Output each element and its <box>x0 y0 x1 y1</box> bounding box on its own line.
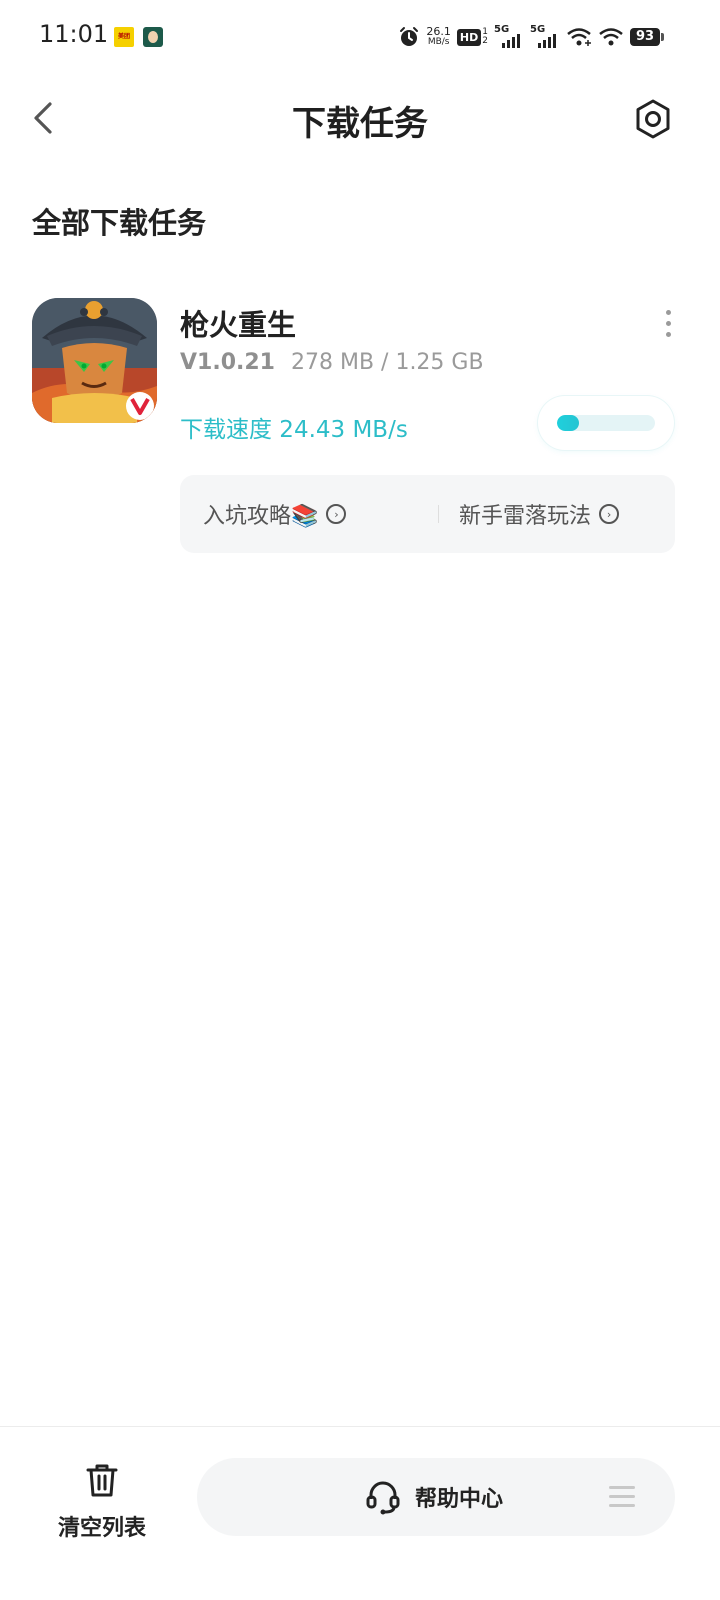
battery-icon: 93 <box>630 28 664 46</box>
guide-label: 入坑攻略📚 <box>203 504 319 529</box>
trash-icon <box>86 1464 118 1497</box>
arrow-right-circle-icon: › <box>599 504 620 524</box>
download-size: 278 MB / 1.25 GB <box>290 350 484 375</box>
meituan-notification-icon: 美团 <box>114 27 134 47</box>
settings-button[interactable] <box>630 96 676 142</box>
app-name: 枪火重生 <box>180 308 297 342</box>
progress-fill <box>557 415 579 431</box>
status-icons: 26.1 MB/s HD 12 5G 5G 93 <box>398 22 664 52</box>
game-character-art <box>32 298 157 423</box>
download-speed: 下载速度 24.43 MB/s <box>180 417 408 443</box>
signal-5g-icon-2: 5G <box>530 24 560 50</box>
signal-5g-icon: 5G <box>494 24 524 50</box>
help-center-button[interactable]: 帮助中心 <box>197 1458 675 1536</box>
download-task-item[interactable]: 枪火重生 V1.0.21 278 MB / 1.25 GB 下载速度 24.43… <box>0 290 720 560</box>
page-title: 下载任务 <box>292 104 428 144</box>
download-progress-button[interactable] <box>538 396 674 450</box>
guide-link-beginner[interactable]: 入坑攻略📚 › <box>203 475 347 553</box>
guide-label: 新手雷落玩法 <box>459 504 592 529</box>
status-bar: 11:01 美团 26.1 MB/s HD 12 5G 5G 93 <box>0 0 720 76</box>
more-options-button[interactable] <box>660 310 676 337</box>
avatar-notification-icon <box>143 27 163 47</box>
network-speed: 26.1 MB/s <box>426 25 451 47</box>
bottom-divider <box>0 1426 720 1427</box>
hexagon-settings-icon <box>636 99 670 139</box>
arrow-right-circle-icon: › <box>326 504 347 524</box>
headset-icon <box>366 1481 400 1515</box>
status-time: 11:01 <box>39 20 109 48</box>
header: 下载任务 <box>0 80 720 156</box>
menu-icon[interactable] <box>609 1486 635 1508</box>
guides-panel: 入坑攻略📚 › 新手雷落玩法 › <box>180 475 675 553</box>
wifi-icon <box>599 28 623 46</box>
wifi-calling-icon <box>567 28 591 46</box>
section-title: 全部下载任务 <box>32 206 207 240</box>
alarm-icon <box>400 27 419 46</box>
app-version: V1.0.21 <box>180 350 275 375</box>
clear-list-button[interactable]: 清空列表 <box>40 1460 164 1541</box>
progress-track <box>557 415 655 431</box>
divider <box>438 505 439 523</box>
app-icon[interactable] <box>32 298 157 423</box>
guide-link-gameplay[interactable]: 新手雷落玩法 › <box>459 475 620 553</box>
task-meta: V1.0.21 278 MB / 1.25 GB <box>180 350 484 375</box>
clear-list-label: 清空列表 <box>57 1516 146 1541</box>
hd-voice-icon: HD 12 <box>456 28 488 46</box>
help-center-label: 帮助中心 <box>415 1487 504 1512</box>
